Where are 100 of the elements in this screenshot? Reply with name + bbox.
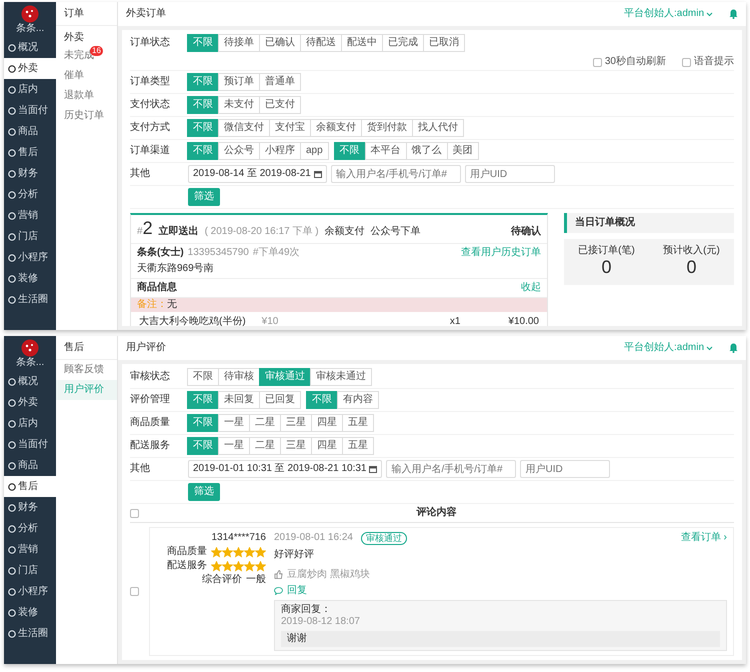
liked-items: 豆腐炒肉 黑椒鸡块: [287, 568, 370, 581]
section-title: 商品信息: [137, 282, 177, 294]
circle-icon: [8, 440, 16, 448]
filter-option[interactable]: 普通单: [259, 73, 301, 91]
sidebar-item[interactable]: 营销: [4, 539, 56, 560]
subnav-item[interactable]: 历史订单: [64, 110, 104, 121]
sidebar-item[interactable]: 外卖: [4, 58, 56, 79]
sidebar-item[interactable]: 商品: [4, 455, 56, 476]
filter-option[interactable]: 一星: [218, 437, 250, 455]
filter-option[interactable]: 二星: [249, 437, 281, 455]
sidebar-item[interactable]: 财务: [4, 497, 56, 518]
filter-option[interactable]: 不限: [187, 368, 219, 386]
sidebar-item[interactable]: 概况: [4, 37, 56, 58]
filter-option[interactable]: 未回复: [218, 391, 260, 409]
filter-option[interactable]: 预订单: [218, 73, 260, 91]
filter-option[interactable]: 配送中: [341, 34, 383, 52]
sidebar-item[interactable]: 当面付: [4, 434, 56, 455]
sidebar-item[interactable]: 店内: [4, 413, 56, 434]
sidebar-item[interactable]: 小程序: [4, 247, 56, 268]
reply-text: 谢谢: [281, 630, 720, 647]
sidebar-item[interactable]: 分析: [4, 184, 56, 205]
star-icon: [255, 546, 266, 558]
status-tag: 审核通过: [360, 532, 407, 545]
filter-option[interactable]: 支付宝: [269, 119, 311, 137]
input-field[interactable]: 输入用户名/手机号/订单#: [330, 165, 461, 183]
filter-label: 支付方式: [130, 120, 171, 135]
filter-option[interactable]: 美团: [446, 142, 479, 160]
filter-option[interactable]: 货到付款: [361, 119, 413, 137]
sidebar-item[interactable]: 生活圈: [4, 623, 56, 644]
filter-option[interactable]: 公众号: [218, 142, 260, 160]
filter-option[interactable]: 饿了么: [406, 142, 448, 160]
filter-option[interactable]: 余额支付: [310, 119, 362, 137]
sidebar-item[interactable]: 小程序: [4, 581, 56, 602]
overview-title: 当日订单概况: [564, 213, 734, 233]
sidebar-item[interactable]: 商品: [4, 121, 56, 142]
filter-option[interactable]: 三星: [280, 414, 312, 432]
filter-option[interactable]: 已确认: [259, 34, 301, 52]
sidebar-item[interactable]: 分析: [4, 518, 56, 539]
sidebar-item[interactable]: 店内: [4, 79, 56, 100]
bell-icon[interactable]: [729, 343, 738, 353]
circle-icon: [8, 64, 16, 72]
date-range-field[interactable]: 2019-01-01 10:31 至 2019-08-21 10:31: [188, 460, 382, 478]
filter-option[interactable]: 已完成: [382, 34, 424, 52]
filter-option[interactable]: 四星: [311, 437, 343, 455]
filter-option[interactable]: 有内容: [337, 391, 379, 409]
filter-option[interactable]: 已回复: [259, 391, 301, 409]
filter-label: 审核状态: [130, 370, 171, 384]
circle-icon: [8, 190, 16, 198]
input-field[interactable]: 输入用户名/手机号/订单#: [386, 460, 516, 478]
select-all-checkbox[interactable]: [130, 508, 139, 518]
order-count: #下单49次: [252, 246, 300, 259]
filter-option[interactable]: 四星: [311, 414, 343, 432]
filter-option[interactable]: 待配送: [300, 34, 342, 52]
filter-option[interactable]: 已支付: [259, 96, 301, 114]
checkbox[interactable]: [592, 58, 602, 66]
dispatch-label: 立即送出: [158, 226, 199, 238]
input-field[interactable]: 用户UID: [520, 460, 610, 478]
subnav-item[interactable]: 退款单: [64, 90, 94, 101]
filter-option[interactable]: app: [300, 142, 329, 160]
sidebar-item[interactable]: 装修: [4, 602, 56, 623]
circle-icon: [8, 420, 16, 428]
filter-option[interactable]: 五星: [342, 437, 374, 455]
filter-option[interactable]: 待接单: [218, 34, 260, 52]
filter-option[interactable]: 本平台: [364, 142, 407, 160]
subnav-item[interactable]: 顾客反馈: [64, 364, 104, 375]
checkbox-label: 语音提示: [694, 56, 734, 68]
filter-option[interactable]: 已取消: [423, 34, 465, 52]
sidebar-item[interactable]: 营销: [4, 205, 56, 226]
sidebar-item[interactable]: 装修: [4, 268, 56, 289]
input-field[interactable]: 用户UID: [464, 165, 555, 183]
circle-icon: [8, 566, 16, 574]
filter-option[interactable]: 待审核: [218, 368, 260, 386]
sidebar-item[interactable]: 财务: [4, 163, 56, 184]
filter-option[interactable]: 五星: [342, 414, 374, 432]
filter-option[interactable]: 微信支付: [218, 119, 270, 137]
checkbox[interactable]: [682, 58, 691, 66]
chevron-down-icon: [706, 346, 713, 350]
sidebar-item[interactable]: 当面付: [4, 100, 56, 121]
filter-option[interactable]: 小程序: [259, 142, 301, 160]
bell-icon[interactable]: [729, 9, 738, 19]
filter-option[interactable]: 三星: [280, 437, 312, 455]
filter-option[interactable]: 找人代付: [412, 119, 464, 137]
sidebar-item[interactable]: 门店: [4, 226, 56, 247]
column-header: 评论内容: [415, 507, 458, 519]
filter-option[interactable]: 审核未通过: [310, 368, 372, 386]
sidebar-item[interactable]: 门店: [4, 560, 56, 581]
filter-option[interactable]: 二星: [249, 414, 281, 432]
sidebar-item[interactable]: 售后: [4, 142, 56, 163]
sidebar-item[interactable]: 生活圈: [4, 289, 56, 310]
sidebar-item[interactable]: 概况: [4, 371, 56, 392]
date-range-field[interactable]: 2019-08-14 至 2019-08-21: [188, 165, 327, 183]
filter-option[interactable]: 未支付: [218, 96, 260, 114]
filter-option[interactable]: 一星: [218, 414, 250, 432]
filter-label: 支付状态: [130, 98, 171, 112]
row-checkbox[interactable]: [130, 587, 139, 596]
thumbs-up-icon: [274, 570, 283, 580]
sidebar-item[interactable]: 外卖: [4, 392, 56, 413]
subnav-item[interactable]: 催单: [64, 70, 84, 81]
sidebar-item[interactable]: 售后: [4, 476, 56, 497]
rating-label: 商品质量: [167, 546, 207, 558]
